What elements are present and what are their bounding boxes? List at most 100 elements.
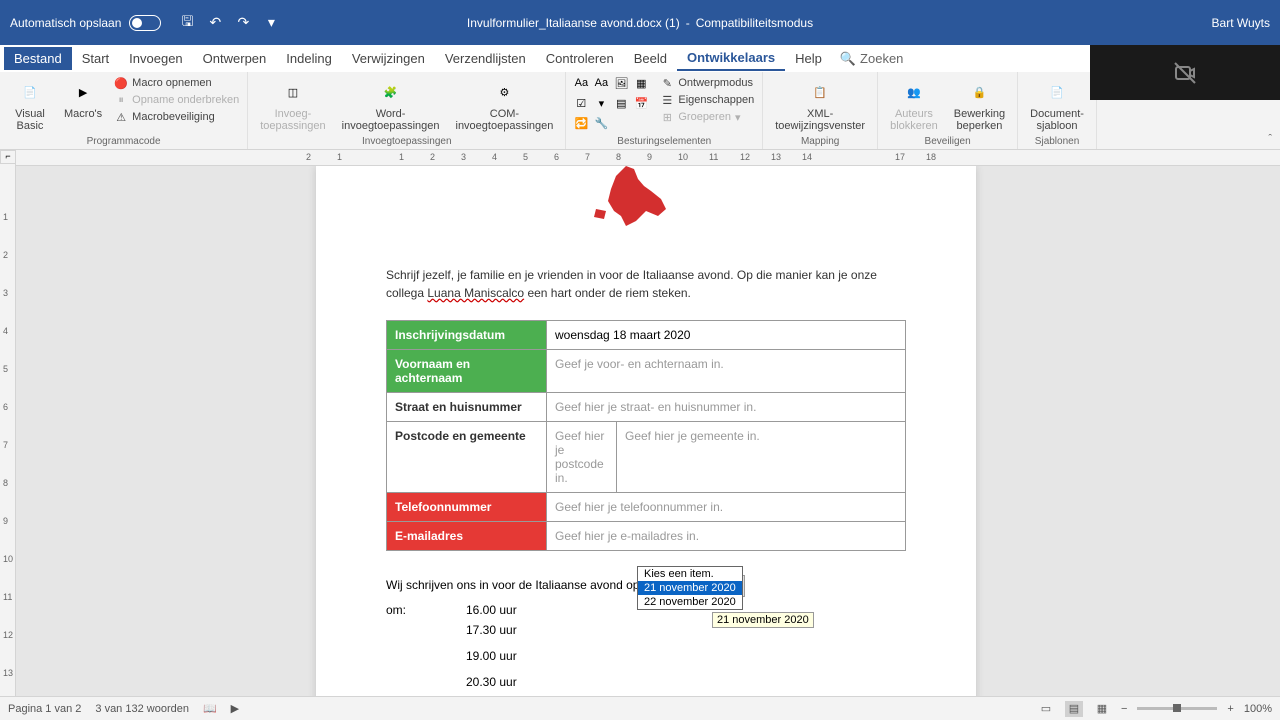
legacy-tools-icon[interactable]: 🔧 bbox=[594, 116, 608, 130]
zoom-out-button[interactable]: − bbox=[1121, 703, 1127, 715]
input-telefoon[interactable]: Geef hier je telefoonnummer in. bbox=[547, 493, 906, 522]
window-title: Invulformulier_Italiaanse avond.docx (1)… bbox=[467, 16, 813, 30]
user-name: Bart Wuyts bbox=[1212, 16, 1280, 30]
search-box[interactable]: 🔍 Zoeken bbox=[832, 51, 912, 67]
table-row: Telefoonnummer Geef hier je telefoonnumm… bbox=[387, 493, 906, 522]
redo-icon[interactable]: ↷ bbox=[235, 15, 251, 31]
web-layout-button[interactable]: ▦ bbox=[1093, 701, 1111, 717]
italy-map-image bbox=[566, 166, 686, 231]
visual-basic-button[interactable]: 📄 Visual Basic bbox=[8, 76, 52, 134]
tab-ontwikkelaars[interactable]: Ontwikkelaars bbox=[677, 46, 785, 71]
com-addins-button[interactable]: ⚙ COM- invoegtoepassingen bbox=[452, 76, 558, 134]
tab-ontwerpen[interactable]: Ontwerpen bbox=[193, 47, 277, 70]
print-layout-button[interactable]: ▤ bbox=[1065, 701, 1083, 717]
combobox-control-icon[interactable]: ▾ bbox=[594, 96, 608, 110]
status-bar: Pagina 1 van 2 3 van 132 woorden 📖 ▶ ▭ ▤… bbox=[0, 696, 1280, 720]
template-icon: 📄 bbox=[1041, 78, 1073, 106]
vertical-ruler[interactable]: 12345678910111213 bbox=[0, 164, 16, 696]
zoom-slider[interactable] bbox=[1137, 707, 1217, 710]
group-button: ⊞Groeperen ▾ bbox=[660, 110, 754, 124]
search-label: Zoeken bbox=[860, 51, 903, 66]
menu-bar: Bestand Start Invoegen Ontwerpen Indelin… bbox=[0, 45, 1280, 72]
properties-button[interactable]: ☰Eigenschappen bbox=[660, 93, 754, 107]
repeating-control-icon[interactable]: 🔁 bbox=[574, 116, 588, 130]
input-straat[interactable]: Geef hier je straat- en huisnummer in. bbox=[547, 393, 906, 422]
autosave-label: Automatisch opslaan bbox=[10, 16, 121, 30]
zoom-in-button[interactable]: + bbox=[1227, 703, 1233, 715]
macro-status-icon[interactable]: ▶ bbox=[231, 702, 239, 715]
tab-bestand[interactable]: Bestand bbox=[4, 47, 72, 70]
dropdown-option-2[interactable]: 22 november 2020 bbox=[638, 595, 742, 609]
tab-help[interactable]: Help bbox=[785, 47, 832, 70]
richtext-control-icon[interactable]: Aa bbox=[574, 76, 588, 90]
dropdown-option-placeholder[interactable]: Kies een item. bbox=[638, 567, 742, 581]
document-page[interactable]: Schrijf jezelf, je familie en je vriende… bbox=[316, 166, 976, 696]
time-4: 20.30 uur bbox=[466, 669, 906, 695]
tab-controleren[interactable]: Controleren bbox=[536, 47, 624, 70]
customize-icon[interactable]: ▾ bbox=[263, 15, 279, 31]
autosave-toggle[interactable] bbox=[129, 15, 161, 31]
undo-icon[interactable]: ↶ bbox=[207, 15, 223, 31]
zoom-level[interactable]: 100% bbox=[1244, 703, 1272, 715]
intro-text-2: een hart onder de riem steken. bbox=[527, 286, 690, 300]
xml-mapping-button[interactable]: 📋 XML- toewijzingsvenster bbox=[771, 76, 869, 134]
xml-icon: 📋 bbox=[804, 78, 836, 106]
ribbon-group-controls: Aa Aa 🖼 ▦ ☑ ▾ ▤ 📅 🔁 🔧 ✎Ontwerpmodus ☰Eig… bbox=[566, 72, 763, 149]
group-label-protect: Beveiligen bbox=[886, 134, 1009, 149]
label-telefoon: Telefoonnummer bbox=[387, 493, 547, 522]
design-icon: ✎ bbox=[660, 76, 674, 90]
value-inschrijvingsdatum[interactable]: woensdag 18 maart 2020 bbox=[547, 321, 906, 350]
word-addins-button[interactable]: 🧩 Word- invoegtoepassingen bbox=[338, 76, 444, 134]
dropdown-control-icon[interactable]: ▤ bbox=[614, 96, 628, 110]
group-label-addins: Invoegtoepassingen bbox=[256, 134, 557, 149]
tab-start[interactable]: Start bbox=[72, 47, 119, 70]
lock-icon: 🔒 bbox=[963, 78, 995, 106]
pause-recording-button: ⏸Opname onderbreken bbox=[114, 93, 239, 107]
input-gemeente[interactable]: Geef hier je gemeente in. bbox=[617, 422, 906, 493]
plaintext-control-icon[interactable]: Aa bbox=[594, 76, 608, 90]
dropdown-option-1[interactable]: 21 november 2020 bbox=[638, 581, 742, 595]
status-page[interactable]: Pagina 1 van 2 bbox=[8, 703, 81, 715]
macros-button[interactable]: ▶ Macro's bbox=[60, 76, 106, 122]
warning-icon: ⚠ bbox=[114, 110, 128, 124]
group-icon: ⊞ bbox=[660, 110, 674, 124]
compat-mode: Compatibiliteitsmodus bbox=[696, 16, 813, 30]
macro-security-button[interactable]: ⚠Macrobeveiliging bbox=[114, 110, 239, 124]
label-inschrijvingsdatum: Inschrijvingsdatum bbox=[387, 321, 547, 350]
design-mode-button[interactable]: ✎Ontwerpmodus bbox=[660, 76, 754, 90]
building-block-control-icon[interactable]: ▦ bbox=[634, 76, 648, 90]
input-email[interactable]: Geef hier je e-mailadres in. bbox=[547, 522, 906, 551]
date-control-icon[interactable]: 📅 bbox=[634, 96, 648, 110]
horizontal-ruler[interactable]: 2112345678910111213141718 bbox=[16, 150, 1280, 166]
tab-invoegen[interactable]: Invoegen bbox=[119, 47, 193, 70]
tab-indeling[interactable]: Indeling bbox=[276, 47, 342, 70]
camera-off-icon bbox=[1173, 61, 1197, 85]
record-macro-button[interactable]: 🔴Macro opnemen bbox=[114, 76, 239, 90]
picture-control-icon[interactable]: 🖼 bbox=[614, 76, 628, 90]
checkbox-control-icon[interactable]: ☑ bbox=[574, 96, 588, 110]
document-template-button[interactable]: 📄 Document- sjabloon bbox=[1026, 76, 1088, 134]
status-words[interactable]: 3 van 132 woorden bbox=[95, 703, 189, 715]
autosave-toggle-group[interactable]: Automatisch opslaan bbox=[0, 15, 171, 31]
tab-beeld[interactable]: Beeld bbox=[624, 47, 677, 70]
input-postcode[interactable]: Geef hier je postcode in. bbox=[547, 422, 617, 493]
ribbon-group-templates: 📄 Document- sjabloon Sjablonen bbox=[1018, 72, 1097, 149]
table-row: E-mailadres Geef hier je e-mailadres in. bbox=[387, 522, 906, 551]
om-label: om: bbox=[386, 603, 466, 617]
table-row: Postcode en gemeente Geef hier je postco… bbox=[387, 422, 906, 493]
com-addins-icon: ⚙ bbox=[488, 78, 520, 106]
ribbon-collapse-button[interactable]: ˆ bbox=[1260, 129, 1280, 149]
tab-verwijzingen[interactable]: Verwijzingen bbox=[342, 47, 435, 70]
time-3: 19.00 uur bbox=[466, 643, 906, 669]
ruler-corner: ⌐ bbox=[0, 150, 16, 164]
read-mode-button[interactable]: ▭ bbox=[1037, 701, 1055, 717]
spellcheck-icon[interactable]: 📖 bbox=[203, 702, 217, 715]
ribbon-group-protect: 👥 Auteurs blokkeren 🔒 Bewerking beperken… bbox=[878, 72, 1018, 149]
restrict-editing-button[interactable]: 🔒 Bewerking beperken bbox=[950, 76, 1009, 134]
save-icon[interactable]: 🖫 bbox=[179, 15, 195, 31]
intro-paragraph: Schrijf jezelf, je familie en je vriende… bbox=[386, 266, 906, 302]
webcam-overlay bbox=[1090, 45, 1280, 100]
input-naam[interactable]: Geef je voor- en achternaam in. bbox=[547, 350, 906, 393]
tab-verzendlijsten[interactable]: Verzendlijsten bbox=[435, 47, 536, 70]
chevron-down-icon: ▾ bbox=[735, 111, 741, 124]
